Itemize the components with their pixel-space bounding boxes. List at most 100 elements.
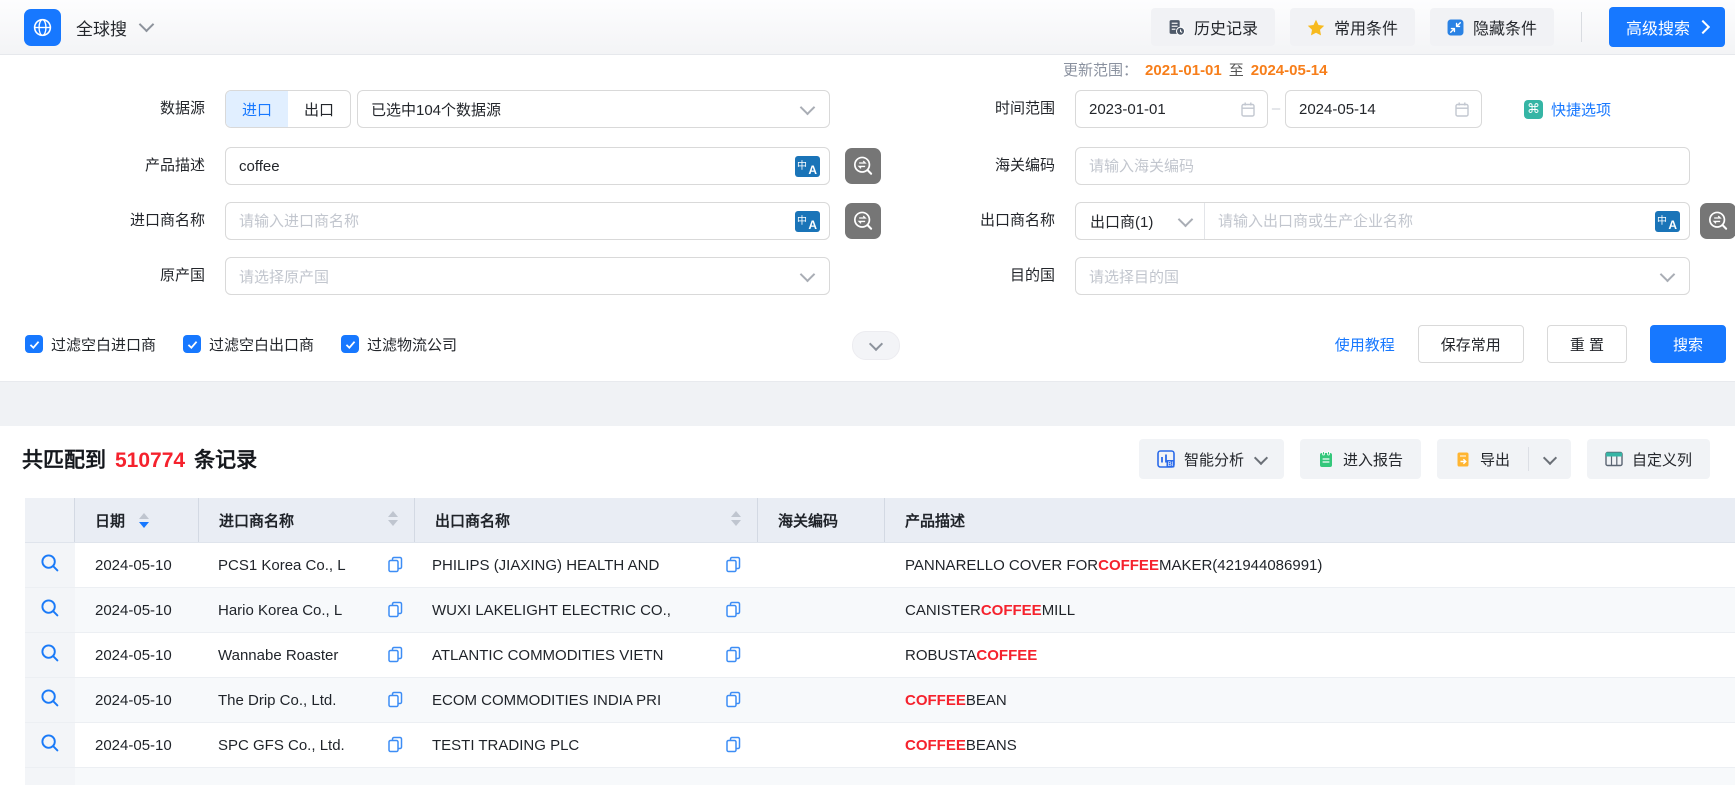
match-mode-icon <box>1706 208 1730 234</box>
results-summary: 共匹配到 510774 条记录 <box>22 444 257 474</box>
header-date[interactable]: 日期 <box>75 498 199 542</box>
copy-icon[interactable] <box>387 646 403 666</box>
copy-icon[interactable] <box>725 736 741 756</box>
search-button[interactable]: 搜索 <box>1650 325 1726 363</box>
cell-exporter: TESTI TRADING PLC <box>415 723 758 767</box>
keyword-highlight: COFFEE <box>976 647 1037 664</box>
cell-date: 2024-05-10 <box>75 678 199 722</box>
copy-icon[interactable] <box>387 691 403 711</box>
row-search-icon[interactable] <box>40 733 60 757</box>
expand-conditions-button[interactable] <box>852 331 900 360</box>
export-button[interactable]: 导出 <box>1437 439 1528 479</box>
chevron-down-icon <box>1254 450 1268 464</box>
checkbox-checked-icon <box>25 335 43 353</box>
row-search-icon[interactable] <box>40 688 60 712</box>
top-bar: 全球搜 历史记录 常用条件 <box>0 0 1735 55</box>
cell-importer: PCS1 Korea Co., L <box>199 543 415 587</box>
copy-icon[interactable] <box>725 601 741 621</box>
cell-date: 2024-05-10 <box>75 543 199 587</box>
app-switcher-chevron-icon[interactable] <box>139 16 155 32</box>
copy-icon[interactable] <box>725 556 741 576</box>
cell-description: PANNARELLO COVER FOR COFFEE MAKER(421944… <box>885 543 1735 587</box>
sort-control[interactable] <box>388 511 398 526</box>
sort-control[interactable] <box>731 511 741 526</box>
update-range-end: 2024-05-14 <box>1251 62 1328 79</box>
row-search-icon[interactable] <box>40 553 60 577</box>
exporter-type-select[interactable]: 出口商(1) <box>1076 203 1205 239</box>
cell-hs-code <box>758 588 885 632</box>
tab-export[interactable]: 出口 <box>288 91 350 127</box>
copy-icon[interactable] <box>387 556 403 576</box>
table-row: 2024-05-10 Hario Korea Co., L WUXI LAKEL… <box>25 588 1735 633</box>
row-search-icon[interactable] <box>40 598 60 622</box>
cell-hs-code <box>758 723 885 767</box>
filter-logistics[interactable]: 过滤物流公司 <box>341 334 457 355</box>
filter-blank-exporter[interactable]: 过滤空白出口商 <box>183 334 314 355</box>
header-search-column <box>25 498 75 542</box>
chevron-right-icon <box>1696 20 1710 34</box>
translate-icon[interactable]: 中A <box>795 211 820 232</box>
date-end-input[interactable] <box>1286 101 1481 118</box>
copy-icon[interactable] <box>725 691 741 711</box>
datasource-label: 数据源 <box>0 90 205 128</box>
history-button[interactable]: 历史记录 <box>1151 8 1275 46</box>
destination-select[interactable]: 请选择目的国 <box>1075 257 1690 295</box>
tab-import[interactable]: 进口 <box>226 91 288 127</box>
date-start-input[interactable] <box>1076 101 1267 118</box>
keyword-highlight: COFFEE <box>1098 557 1159 574</box>
cell-importer: Hario Korea Co., L <box>199 588 415 632</box>
save-favorite-button[interactable]: 保存常用 <box>1418 325 1524 363</box>
translate-icon[interactable]: 中A <box>795 156 820 177</box>
tutorial-link[interactable]: 使用教程 <box>1335 334 1395 355</box>
export-options-caret[interactable] <box>1529 439 1571 479</box>
product-desc-input[interactable] <box>226 158 829 175</box>
favorites-button[interactable]: 常用条件 <box>1290 8 1415 46</box>
row-search-icon[interactable] <box>40 643 60 667</box>
results-toolbar: BI 智能分析 进入报告 <box>1139 439 1710 479</box>
custom-columns-button[interactable]: 自定义列 <box>1587 439 1710 479</box>
hs-code-input[interactable] <box>1076 158 1689 175</box>
date-end-field[interactable] <box>1285 90 1482 128</box>
app-window: 全球搜 历史记录 常用条件 <box>0 0 1735 785</box>
chevron-down-icon <box>1660 266 1676 282</box>
hs-code-field <box>1075 147 1690 185</box>
translate-icon[interactable]: 中A <box>1655 211 1680 232</box>
copy-icon[interactable] <box>387 736 403 756</box>
advanced-search-button[interactable]: 高级搜索 <box>1609 7 1725 47</box>
reset-button[interactable]: 重 置 <box>1547 325 1627 363</box>
datasource-select[interactable]: 已选中104个数据源 <box>357 90 830 128</box>
date-start-field[interactable] <box>1075 90 1268 128</box>
sort-control[interactable] <box>139 513 149 528</box>
hide-conditions-button[interactable]: 隐藏条件 <box>1430 8 1554 46</box>
quick-options-link[interactable]: 快捷选项 <box>1551 99 1611 120</box>
exporter-field: 出口商(1) 中A <box>1075 202 1690 240</box>
table-row-partial <box>25 768 1735 785</box>
cell-exporter: ATLANTIC COMMODITIES VIETN <box>415 633 758 677</box>
header-importer[interactable]: 进口商名称 <box>199 498 415 542</box>
sort-desc-icon <box>731 520 741 526</box>
svg-text:BI: BI <box>1168 462 1174 468</box>
header-exporter[interactable]: 出口商名称 <box>415 498 758 542</box>
enter-report-button[interactable]: 进入报告 <box>1300 439 1421 479</box>
cell-description: COFFEE BEANS <box>885 723 1735 767</box>
sort-asc-icon <box>731 511 741 517</box>
smart-analysis-button[interactable]: BI 智能分析 <box>1139 439 1284 479</box>
table-row: 2024-05-10 Wannabe Roaster ATLANTIC COMM… <box>25 633 1735 678</box>
app-title: 全球搜 <box>76 15 127 40</box>
exact-match-toggle[interactable] <box>1700 203 1735 239</box>
date-range-separator: – <box>1268 90 1284 128</box>
origin-select[interactable]: 请选择原产国 <box>225 257 830 295</box>
exporter-input[interactable] <box>1205 213 1689 230</box>
exporter-label: 出口商名称 <box>860 202 1055 240</box>
filter-blank-importer[interactable]: 过滤空白进口商 <box>25 334 156 355</box>
importer-input[interactable] <box>226 213 829 230</box>
quick-options[interactable]: ⌘ 快捷选项 <box>1524 90 1611 128</box>
collapse-icon <box>1447 19 1464 36</box>
copy-icon[interactable] <box>387 601 403 621</box>
cell-importer: Wannabe Roaster <box>199 633 415 677</box>
copy-icon[interactable] <box>725 646 741 666</box>
report-icon <box>1318 451 1334 468</box>
globe-icon <box>31 16 54 39</box>
update-range-start: 2021-01-01 <box>1145 62 1222 79</box>
result-count: 510774 <box>115 449 185 473</box>
